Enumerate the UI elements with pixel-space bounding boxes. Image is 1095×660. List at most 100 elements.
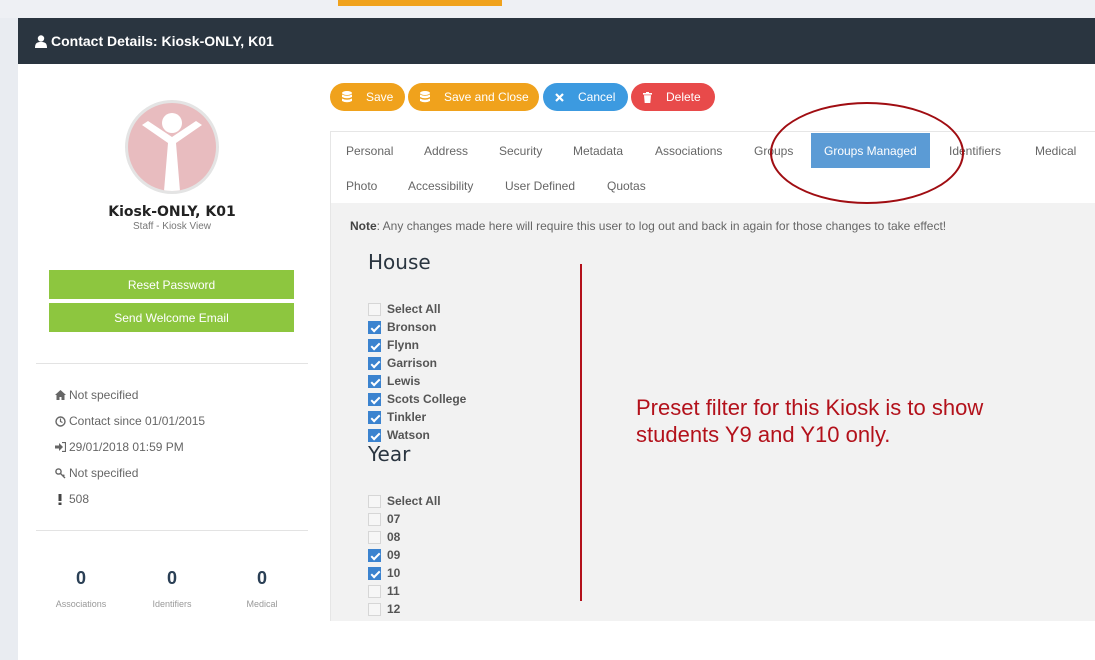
house-watson-checkbox[interactable]: Watson: [368, 427, 430, 443]
tab-quotas[interactable]: Quotas: [607, 168, 646, 203]
tab-personal[interactable]: Personal: [346, 133, 393, 168]
groups-managed-panel: Note: Any changes made here will require…: [330, 203, 1095, 621]
annotation-divider-line: [580, 264, 582, 601]
checkbox-label: Tinkler: [387, 410, 427, 424]
house-garrison-checkbox[interactable]: Garrison: [368, 355, 437, 371]
stat-value: 0: [166, 568, 177, 588]
annotation-line-2: students Y9 and Y10 only.: [636, 422, 891, 447]
reset-password-button[interactable]: Reset Password: [49, 270, 294, 299]
year-10-checkbox[interactable]: 10: [368, 565, 400, 581]
checkbox-label: Lewis: [387, 374, 421, 388]
sign-in-icon: [53, 441, 67, 453]
checkbox-box[interactable]: [368, 602, 381, 616]
cancel-button[interactable]: Cancel: [543, 83, 628, 111]
checkbox-box[interactable]: [368, 392, 381, 406]
house-tinkler-checkbox[interactable]: Tinkler: [368, 409, 426, 425]
contact-name: Kiosk-ONLY, K01: [108, 204, 236, 220]
checkbox-label: 12: [387, 602, 401, 616]
house-bronson-checkbox[interactable]: Bronson: [368, 319, 436, 335]
checkbox-label: 07: [387, 512, 401, 526]
exclamation-icon: [53, 493, 67, 505]
checkbox-box[interactable]: [368, 494, 381, 508]
note-label: Note: [350, 219, 377, 233]
checkbox-box[interactable]: [368, 530, 381, 544]
checkbox-box[interactable]: [368, 302, 381, 316]
delete-button[interactable]: Delete: [631, 83, 715, 111]
home-icon: [53, 389, 67, 401]
checkbox-box[interactable]: [368, 512, 381, 526]
house-select-all-checkbox[interactable]: Select All: [368, 301, 441, 317]
tab-bar: Personal Address Security Metadata Assoc…: [330, 131, 1095, 203]
stat-label: Medical: [246, 599, 278, 609]
note-body: : Any changes made here will require thi…: [376, 219, 947, 233]
divider: [36, 363, 308, 364]
save-and-close-button[interactable]: Save and Close: [408, 83, 539, 111]
trash-icon: [643, 91, 652, 103]
info-key: Not specified: [53, 466, 138, 480]
window-titlebar: Contact Details: Kiosk-ONLY, K01: [18, 18, 1095, 64]
checkbox-label: 08: [387, 530, 401, 544]
close-icon: [555, 92, 564, 102]
tab-medical[interactable]: Medical: [1035, 133, 1076, 168]
key-icon: [53, 467, 67, 479]
info-contact-since: Contact since 01/01/2015: [53, 414, 205, 428]
annotation-text: Preset filter for this Kiosk is to show …: [636, 394, 1056, 448]
info-text: Not specified: [69, 388, 139, 402]
year-heading: Year: [368, 442, 411, 466]
year-12-checkbox[interactable]: 12: [368, 601, 400, 617]
house-flynn-checkbox[interactable]: Flynn: [368, 337, 419, 353]
checkbox-box[interactable]: [368, 566, 381, 580]
checkbox-label: Select All: [387, 302, 441, 316]
checkbox-label: Garrison: [387, 356, 438, 370]
checkbox-label: Scots College: [387, 392, 467, 406]
house-lewis-checkbox[interactable]: Lewis: [368, 373, 420, 389]
stat-label: Identifiers: [152, 599, 192, 609]
checkbox-box[interactable]: [368, 374, 381, 388]
house-scots-college-checkbox[interactable]: Scots College: [368, 391, 466, 407]
tab-metadata[interactable]: Metadata: [573, 133, 623, 168]
delete-label: Delete: [666, 90, 701, 104]
checkbox-label: 11: [387, 584, 400, 598]
year-08-checkbox[interactable]: 08: [368, 529, 400, 545]
checkbox-label: 10: [387, 566, 401, 580]
info-text: Contact since 01/01/2015: [69, 414, 206, 428]
contact-role: Staff - Kiosk View: [133, 221, 211, 232]
info-text: 29/01/2018 01:59 PM: [69, 440, 184, 454]
stat-value: 0: [256, 568, 267, 588]
checkbox-box[interactable]: [368, 584, 381, 598]
tab-accessibility[interactable]: Accessibility: [408, 168, 473, 203]
user-icon: [35, 34, 47, 48]
save-button[interactable]: Save: [330, 83, 405, 111]
checkbox-box[interactable]: [368, 428, 381, 442]
stat-medical: 0 Medical: [217, 568, 307, 609]
annotation-circle: [770, 102, 964, 204]
year-09-checkbox[interactable]: 09: [368, 547, 400, 563]
browser-top-strip: [0, 0, 1095, 18]
checkbox-box[interactable]: [368, 410, 381, 424]
stat-identifiers: 0 Identifiers: [127, 568, 217, 609]
avatar: [125, 100, 219, 194]
save-label: Save: [366, 90, 394, 104]
person-figure-icon: [142, 113, 202, 191]
checkbox-box[interactable]: [368, 320, 381, 334]
checkbox-label: Bronson: [387, 320, 437, 334]
tab-user-defined[interactable]: User Defined: [505, 168, 575, 203]
tab-address[interactable]: Address: [424, 133, 468, 168]
tab-security[interactable]: Security: [499, 133, 542, 168]
house-heading: House: [368, 250, 431, 274]
cancel-label: Cancel: [578, 90, 616, 104]
checkbox-label: Watson: [387, 428, 430, 442]
tab-associations[interactable]: Associations: [655, 133, 722, 168]
checkbox-label: Select All: [387, 494, 441, 508]
window-title: Contact Details: Kiosk-ONLY, K01: [51, 33, 274, 49]
send-welcome-email-button[interactable]: Send Welcome Email: [49, 303, 294, 332]
database-icon: [342, 91, 352, 103]
checkbox-box[interactable]: [368, 338, 381, 352]
tab-photo[interactable]: Photo: [346, 168, 377, 203]
checkbox-box[interactable]: [368, 356, 381, 370]
year-select-all-checkbox[interactable]: Select All: [368, 493, 441, 509]
year-11-checkbox[interactable]: 11: [368, 583, 400, 599]
checkbox-box[interactable]: [368, 548, 381, 562]
year-07-checkbox[interactable]: 07: [368, 511, 400, 527]
info-last-login: 29/01/2018 01:59 PM: [53, 440, 184, 454]
